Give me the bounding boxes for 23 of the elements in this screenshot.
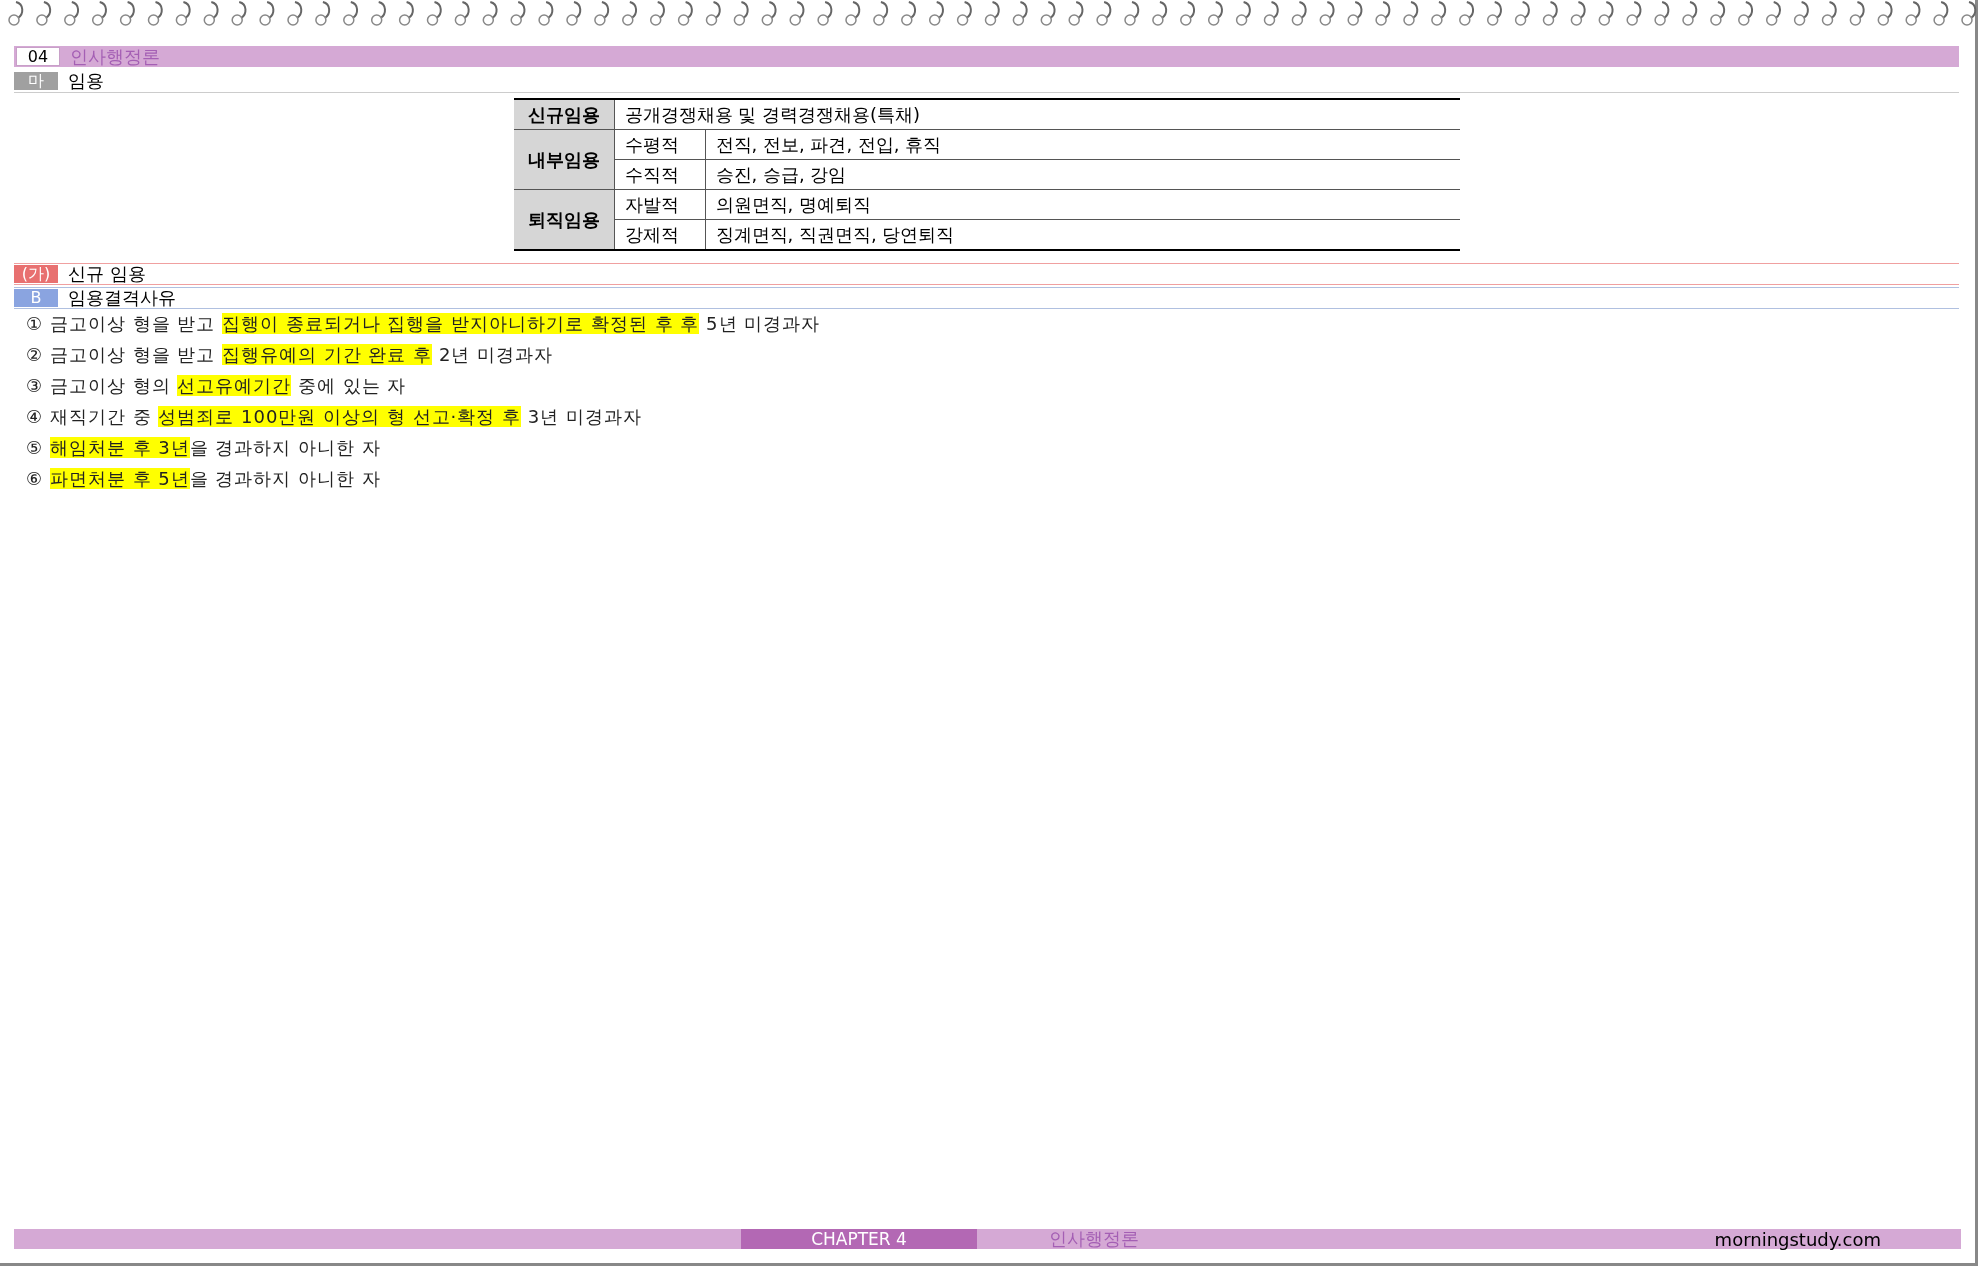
subsubsection-marker: B bbox=[14, 289, 58, 307]
table-header-cell: 퇴직임용 bbox=[513, 189, 614, 250]
list-item-text: ④ 재직기간 중 성범죄로 100만원 이상의 형 선고·확정 후 3년 미경과자 bbox=[26, 406, 643, 428]
table-header-cell: 신규임용 bbox=[513, 99, 614, 130]
list-item-text: ⑤ 해임처분 후 3년 을 경과하지 아니한 자 bbox=[26, 437, 382, 459]
footer-chapter-label: CHAPTER 4 bbox=[741, 1229, 977, 1249]
list-item-text: ⑥ 파면처분 후 5년 을 경과하지 아니한 자 bbox=[26, 468, 382, 490]
subsection-marker: (가) bbox=[14, 265, 58, 283]
table-cell: 승진, 승급, 강임 bbox=[705, 159, 1460, 190]
section-title: 임용 bbox=[68, 69, 104, 93]
table-header-cell: 내부임용 bbox=[513, 129, 614, 190]
list-item-text: ① 금고이상 형을 받고 집행이 종료되거나 집행을 받지아니하기로 확정된 후 후 5년 미경과자 bbox=[26, 313, 822, 335]
table-cell: 의원면직, 명예퇴직 bbox=[705, 189, 1460, 220]
subsubsection-title: 임용결격사유 bbox=[68, 286, 176, 310]
footer-title: 인사행정론 bbox=[1049, 1227, 1140, 1251]
footer-site-text: morningstudy.com bbox=[1714, 1228, 1881, 1250]
list-item-text: ② 금고이상 형을 받고 집행유예의 기간 완료 후 2년 미경과자 bbox=[26, 344, 555, 366]
chapter-number: 04 bbox=[16, 47, 60, 66]
list-item-text: ③ 금고이상 형의 선고유예기간 중에 있는 자 bbox=[26, 375, 408, 397]
section-marker: 마 bbox=[14, 72, 58, 90]
subsection-title: 신규 임용 bbox=[68, 262, 146, 286]
table-cell: 전직, 전보, 파견, 전입, 휴직 bbox=[705, 129, 1460, 160]
chapter-title: 인사행정론 bbox=[70, 44, 160, 69]
